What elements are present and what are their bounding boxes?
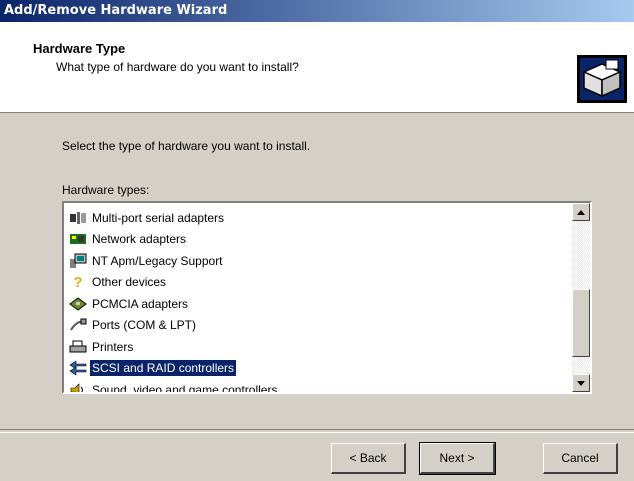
window-title: Add/Remove Hardware Wizard [4,3,228,18]
back-button[interactable]: < Back [331,443,406,474]
hardware-types-label: Hardware types: [62,183,150,197]
question-mark-icon: ? [73,273,83,291]
scsi-arrows-icon [68,359,88,377]
page-subtitle: What type of hardware do you want to ins… [56,60,299,74]
list-item[interactable]: Sound, video and game controllers [68,379,568,392]
arrow-up-icon [577,209,585,215]
list-item[interactable]: Ports (COM & LPT) [68,315,568,337]
list-item[interactable]: PCMCIA adapters [68,293,568,315]
scroll-down-button[interactable] [572,374,590,392]
page-title: Hardware Type [33,41,126,56]
list-item[interactable]: SCSI and RAID controllers [68,358,568,380]
arrow-down-icon [577,380,585,386]
computer-icon [68,252,88,270]
list-item[interactable]: ? Other devices [68,272,568,294]
list-item[interactable]: Network adapters [68,229,568,251]
vertical-scrollbar[interactable] [572,203,590,392]
printer-icon [68,338,88,356]
port-cable-icon [68,316,88,334]
next-button[interactable]: Next > [419,442,496,475]
serial-adapter-icon [68,209,88,227]
pcmcia-card-icon [68,295,88,313]
title-bar[interactable]: Add/Remove Hardware Wizard [0,0,634,22]
scroll-thumb[interactable] [572,289,590,357]
network-adapter-icon [68,230,88,248]
hardware-types-list[interactable]: Multi-port serial adapters Network adapt… [62,201,592,394]
sound-icon [68,381,88,392]
list-item[interactable]: Multi-port serial adapters [68,207,568,229]
instruction-text: Select the type of hardware you want to … [62,139,311,153]
wizard-header: Hardware Type What type of hardware do y… [0,22,634,113]
wizard-window: Add/Remove Hardware Wizard Hardware Type… [0,0,634,481]
hardware-box-icon [577,55,627,103]
list-item[interactable]: NT Apm/Legacy Support [68,250,568,272]
footer-divider [0,429,634,433]
scroll-up-button[interactable] [572,203,590,221]
list-item[interactable]: Printers [68,336,568,358]
cancel-button[interactable]: Cancel [543,443,618,474]
